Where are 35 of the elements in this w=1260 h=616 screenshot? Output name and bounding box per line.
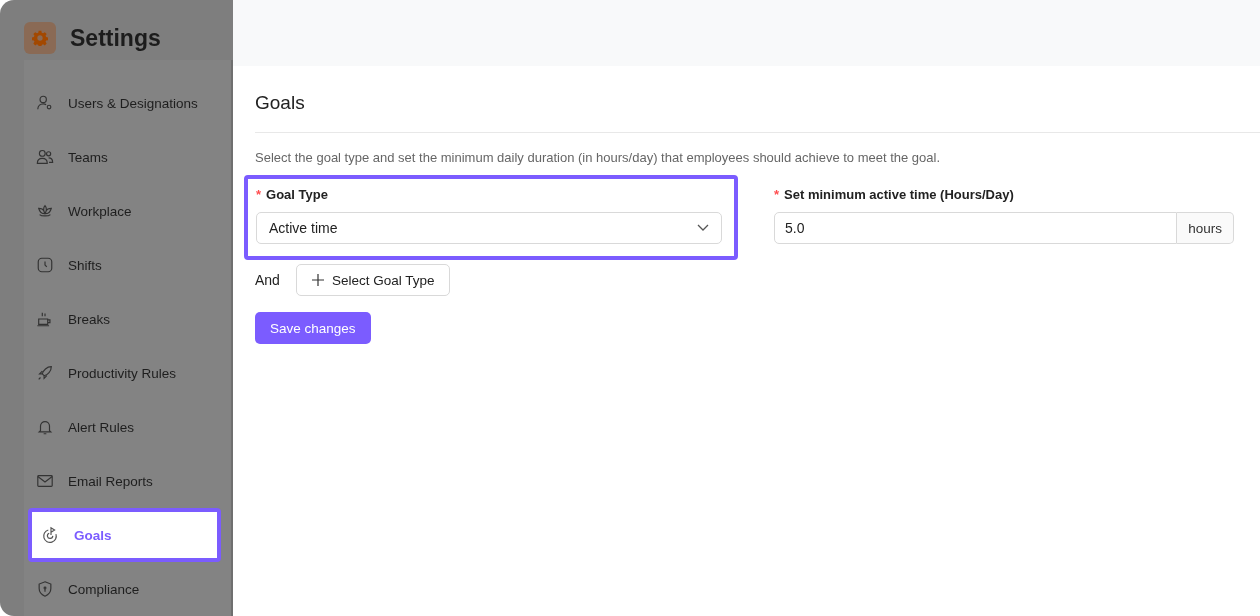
sidebar-item[interactable]: Alert Rules bbox=[24, 400, 231, 454]
sidebar-item[interactable]: Goals bbox=[28, 508, 221, 562]
field-label: Set minimum active time (Hours/Day) bbox=[784, 187, 1014, 202]
sidebar-title: Settings bbox=[70, 24, 161, 52]
page-title: Goals bbox=[255, 66, 1260, 133]
rocket-icon bbox=[36, 364, 54, 382]
goal-type-dropdown[interactable]: Active time bbox=[256, 212, 722, 244]
settings-icon bbox=[24, 22, 56, 54]
required-mark: * bbox=[256, 187, 262, 202]
cup-icon bbox=[36, 310, 54, 328]
field-label: Goal Type bbox=[266, 187, 328, 202]
plus-icon bbox=[311, 274, 324, 286]
sidebar-item[interactable]: Users & Designations bbox=[24, 76, 231, 130]
sidebar-item[interactable]: Workplace bbox=[24, 184, 231, 238]
target-flag-icon bbox=[42, 526, 60, 544]
people-icon bbox=[36, 148, 54, 166]
chevron-down-icon bbox=[697, 224, 709, 232]
sidebar-item[interactable]: Breaks bbox=[24, 292, 231, 346]
lotus-icon bbox=[36, 202, 54, 220]
unit-addon: hours bbox=[1177, 212, 1234, 244]
description-text: Select the goal type and set the minimum daily duration (in hours/day) that employees should achieve to meet the goal. bbox=[255, 150, 942, 165]
sidebar-item[interactable]: Teams bbox=[24, 130, 231, 184]
sidebar-item[interactable]: Email Reports bbox=[24, 454, 231, 508]
save-button[interactable]: Save changes bbox=[255, 312, 371, 344]
bell-icon bbox=[36, 418, 54, 436]
clock-icon bbox=[36, 256, 54, 274]
required-mark: * bbox=[774, 187, 780, 202]
and-label: And bbox=[255, 272, 280, 288]
sidebar-item[interactable]: Productivity Rules bbox=[24, 346, 231, 400]
select-goal-type-button[interactable]: Select Goal Type bbox=[295, 264, 451, 296]
mail-icon bbox=[36, 472, 54, 490]
sidebar-item[interactable]: Compliance bbox=[24, 562, 231, 616]
sidebar-item[interactable]: Shifts bbox=[24, 238, 231, 292]
hours-input[interactable]: 5.0 bbox=[774, 212, 1178, 244]
shield-icon bbox=[36, 580, 54, 598]
